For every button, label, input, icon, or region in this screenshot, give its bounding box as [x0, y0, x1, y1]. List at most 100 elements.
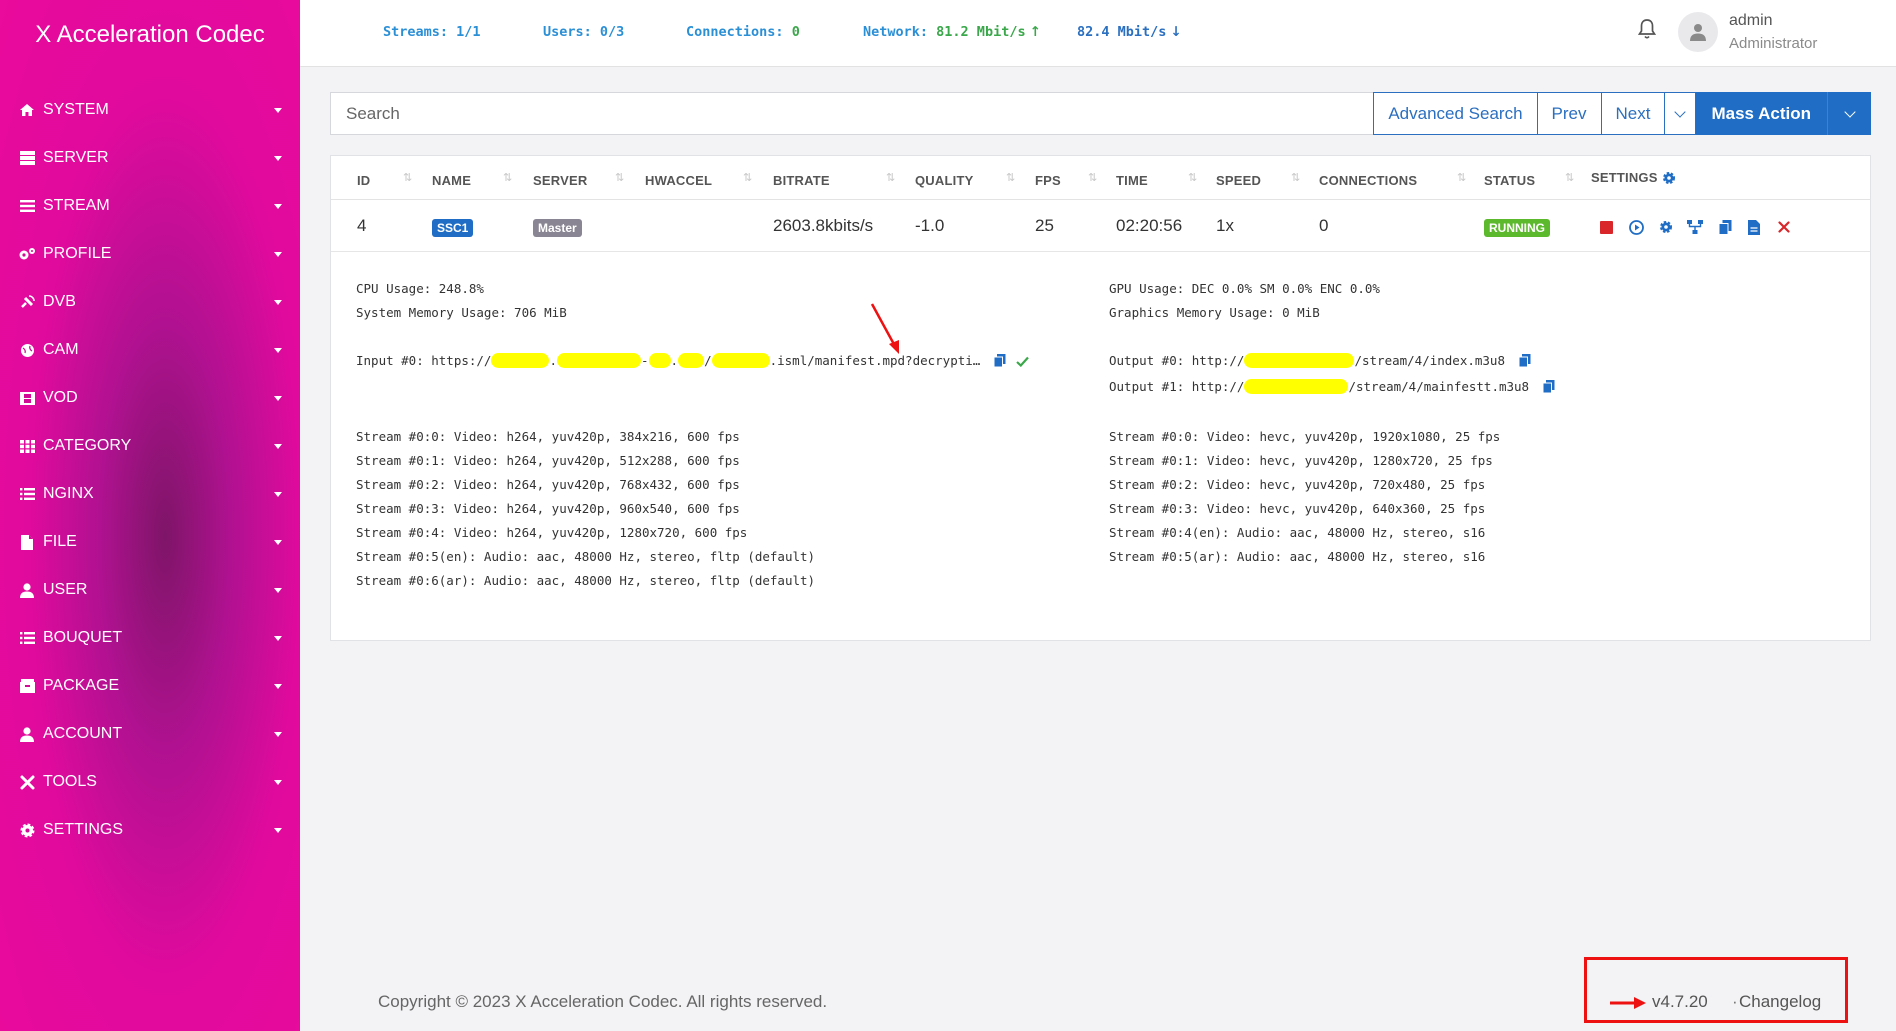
stream-table-card: ID ⇅ NAME ⇅ SERVER ⇅ HWACCEL ⇅ BITRATE ⇅… [330, 155, 1871, 641]
col-hwaccel[interactable]: HWACCEL [645, 173, 712, 188]
col-fps[interactable]: FPS [1035, 173, 1061, 188]
cell-bitrate: 2603.8kbits/s [773, 216, 874, 235]
play-icon[interactable] [1628, 219, 1644, 235]
search-input[interactable] [330, 92, 1374, 135]
next-button[interactable]: Next [1601, 92, 1666, 135]
page-dropdown-button[interactable] [1665, 92, 1697, 135]
sort-icon[interactable]: ⇅ [403, 171, 412, 184]
connections-value: 0 [791, 24, 800, 40]
caret-down-icon [274, 107, 282, 113]
output-1-suffix: /stream/4/mainfestt.m3u8 [1348, 379, 1530, 394]
gear-icon[interactable] [1658, 219, 1674, 235]
sidebar-item-tools[interactable]: TOOLS [0, 758, 300, 806]
user-name[interactable]: admin [1729, 12, 1773, 30]
caret-down-icon [274, 299, 282, 305]
caret-down-icon [274, 539, 282, 545]
sort-icon[interactable]: ⇅ [615, 171, 624, 184]
list-ul-icon [18, 487, 36, 501]
caret-down-icon [274, 587, 282, 593]
sidebar-item-settings[interactable]: SETTINGS [0, 806, 300, 854]
sidebar-item-package[interactable]: PACKAGE [0, 662, 300, 710]
sidebar-item-profile[interactable]: PROFILE [0, 230, 300, 278]
copy-icon[interactable] [1542, 380, 1555, 396]
output-stream-line: Stream #0:5(ar): Audio: aac, 48000 Hz, s… [1109, 549, 1486, 564]
sort-icon[interactable]: ⇅ [1006, 171, 1015, 184]
sidebar-item-file[interactable]: FILE [0, 518, 300, 566]
user-icon [18, 582, 36, 598]
sidebar-item-label: SERVER [43, 149, 109, 166]
server-badge: Master [533, 219, 582, 237]
sidebar-item-user[interactable]: USER [0, 566, 300, 614]
sort-icon[interactable]: ⇅ [886, 171, 895, 184]
stop-icon[interactable] [1598, 219, 1614, 235]
sidebar-item-label: SYSTEM [43, 101, 109, 118]
col-server[interactable]: SERVER [533, 173, 587, 188]
sidebar-item-stream[interactable]: STREAM [0, 182, 300, 230]
sidebar-item-nginx[interactable]: NGINX [0, 470, 300, 518]
col-id[interactable]: ID [357, 173, 370, 188]
sort-icon[interactable]: ⇅ [503, 171, 512, 184]
sidebar-item-bouquet[interactable]: BOUQUET [0, 614, 300, 662]
col-status[interactable]: STATUS [1484, 173, 1535, 188]
cell-fps: 25 [1035, 216, 1054, 235]
copy-icon[interactable] [1518, 354, 1531, 370]
cell-quality: -1.0 [915, 216, 945, 235]
caret-down-icon [274, 635, 282, 641]
advanced-search-button[interactable]: Advanced Search [1373, 92, 1538, 135]
col-time[interactable]: TIME [1116, 173, 1148, 188]
sort-icon[interactable]: ⇅ [743, 171, 752, 184]
changelog-link[interactable]: Changelog [1739, 992, 1821, 1012]
sidebar-item-server[interactable]: SERVER [0, 134, 300, 182]
col-bitrate[interactable]: BITRATE [773, 173, 830, 188]
network-up-value: 81.2 Mbit/s [936, 24, 1026, 40]
sort-icon[interactable]: ⇅ [1457, 171, 1466, 184]
sidebar-item-vod[interactable]: VOD [0, 374, 300, 422]
sort-icon[interactable]: ⇅ [1188, 171, 1197, 184]
sort-icon[interactable]: ⇅ [1565, 171, 1574, 184]
stream-name-badge[interactable]: SSC1 [432, 219, 474, 237]
col-connections[interactable]: CONNECTIONS [1319, 173, 1417, 188]
copy-icon[interactable] [993, 354, 1006, 370]
sort-icon[interactable]: ⇅ [1088, 171, 1097, 184]
film-icon [18, 391, 36, 405]
mass-action-dropdown-toggle[interactable] [1827, 92, 1871, 135]
avatar[interactable] [1678, 12, 1718, 52]
sidebar-item-dvb[interactable]: DVB [0, 278, 300, 326]
output-1-prefix: Output #1: http:// [1109, 379, 1245, 394]
satellite-icon [18, 295, 36, 309]
copy-icon[interactable] [1717, 219, 1733, 235]
sidebar-item-cam[interactable]: CAM [0, 326, 300, 374]
file-icon[interactable] [1746, 219, 1762, 235]
delete-icon[interactable] [1776, 219, 1792, 235]
input-stream-line: Stream #0:0: Video: h264, yuv420p, 384x2… [356, 429, 740, 444]
col-settings: SETTINGS [1591, 170, 1658, 185]
sidebar-item-system[interactable]: SYSTEM [0, 86, 300, 134]
bell-icon[interactable] [1637, 18, 1657, 40]
memory-usage: System Memory Usage: 706 MiB [356, 305, 567, 320]
col-quality[interactable]: QUALITY [915, 173, 973, 188]
col-name[interactable]: NAME [432, 173, 471, 188]
redaction [711, 353, 770, 368]
caret-down-icon [274, 347, 282, 353]
input-url-line: Input #0: https://. -. / .isml/manifest.mpd… [356, 353, 1030, 370]
sidebar-item-label: STREAM [43, 197, 110, 214]
network-down-stat: 82.4 Mbit/s ↓ [1077, 24, 1182, 40]
gear-icon[interactable] [1662, 171, 1676, 190]
sidebar-item-account[interactable]: ACCOUNT [0, 710, 300, 758]
users-stat: Users: 0/3 [543, 24, 624, 40]
input-url-prefix: Input #0: https:// [356, 353, 492, 368]
sitemap-icon[interactable] [1687, 219, 1703, 235]
caret-down-icon [274, 683, 282, 689]
sort-icon[interactable]: ⇅ [1291, 171, 1300, 184]
col-speed[interactable]: SPEED [1216, 173, 1261, 188]
app-title[interactable]: X Acceleration Codec [0, 0, 300, 70]
input-stream-line: Stream #0:3: Video: h264, yuv420p, 960x5… [356, 501, 740, 516]
annotation-arrow-icon [870, 303, 899, 354]
prev-button[interactable]: Prev [1537, 92, 1602, 135]
table-row[interactable]: 4 SSC1 Master 2603.8kbits/s -1.0 25 02:2… [331, 200, 1870, 252]
mass-action-button[interactable]: Mass Action [1696, 92, 1871, 135]
sidebar-item-category[interactable]: CATEGORY [0, 422, 300, 470]
caret-down-icon [274, 203, 282, 209]
caret-down-icon [274, 779, 282, 785]
sidebar-item-label: SETTINGS [43, 821, 124, 838]
